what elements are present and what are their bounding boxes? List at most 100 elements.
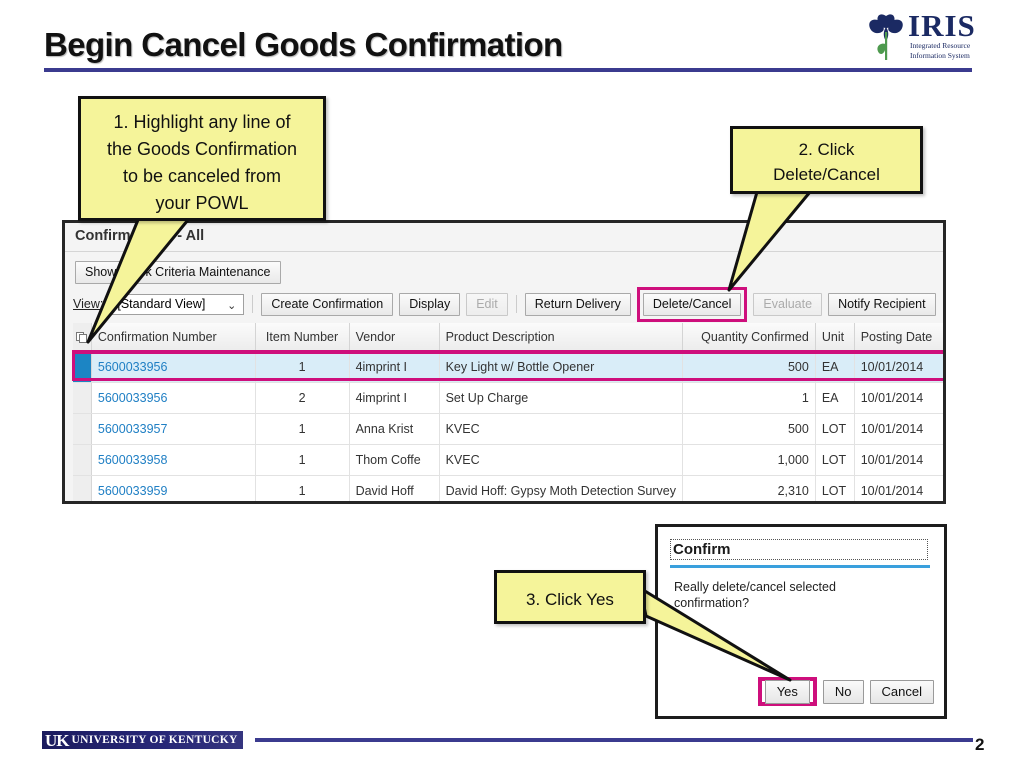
sap-panel-inner: Confirmations - All Show Quick Criteria …	[65, 223, 943, 501]
show-quick-criteria-maintenance-button[interactable]: Show Quick Criteria Maintenance	[75, 261, 281, 284]
uk-mark: UK	[45, 730, 69, 750]
cell-confirmation-number[interactable]: 5600033958	[91, 444, 256, 476]
sap-toolbar: View: [Standard View] ⌄ Create Confirmat…	[73, 286, 943, 322]
row-select-indicator[interactable]	[73, 351, 92, 383]
quick-criteria-row: Show Quick Criteria Maintenance	[75, 261, 281, 284]
cell-confirmation-number[interactable]: 5600033956	[91, 382, 256, 414]
dialog-title: Confirm	[670, 539, 928, 560]
cell-confirmation-number[interactable]: 5600033957	[91, 413, 256, 445]
chevron-down-icon: ⌄	[227, 299, 237, 312]
iris-subtitle-line2: Information System	[910, 50, 970, 60]
dialog-button-row: Yes No Cancel	[757, 677, 934, 706]
cell-unit: EA	[815, 382, 855, 414]
callout-step-3: 3. Click Yes	[494, 570, 646, 624]
table-row[interactable]: 5600033956 2 4imprint I Set Up Charge 1 …	[73, 382, 943, 414]
cell-unit: LOT	[815, 444, 855, 476]
callout-2-line2: Delete/Cancel	[773, 165, 880, 184]
cancel-button[interactable]: Cancel	[869, 679, 934, 704]
cell-item-number: 1	[255, 413, 350, 445]
view-select-value: [Standard View]	[117, 297, 206, 311]
row-select-indicator[interactable]	[73, 382, 92, 414]
delete-cancel-highlight: Delete/Cancel	[636, 286, 748, 322]
callout-step-1: 1. Highlight any line of the Goods Confi…	[78, 96, 326, 221]
cell-quantity-confirmed: 500	[682, 351, 816, 383]
dialog-title-divider	[670, 565, 930, 568]
column-header-unit[interactable]: Unit	[815, 323, 855, 352]
selected-row-top-highlight	[72, 350, 943, 353]
table-row[interactable]: 5600033958 1 Thom Coffe KVEC 1,000 LOT 1…	[73, 444, 943, 476]
row-select-indicator[interactable]	[73, 413, 92, 445]
cell-item-number: 1	[255, 475, 350, 501]
table-select-all-header[interactable]	[73, 323, 92, 352]
cell-confirmation-number[interactable]: 5600033956	[91, 351, 256, 383]
row-select-indicator[interactable]	[73, 475, 92, 501]
title-divider	[44, 68, 972, 72]
dialog-message-line2: confirmation?	[674, 596, 750, 610]
cell-quantity-confirmed: 1,000	[682, 444, 816, 476]
callout-1-line1: 1. Highlight any line of	[113, 112, 291, 132]
cell-product-description: David Hoff: Gypsy Moth Detection Survey	[439, 475, 683, 501]
cell-vendor: 4imprint I	[349, 351, 440, 383]
table-row[interactable]: 5600033957 1 Anna Krist KVEC 500 LOT 10/…	[73, 413, 943, 445]
cell-item-number: 1	[255, 351, 350, 383]
footer-divider	[255, 738, 973, 742]
uk-name: UNIVERSITY OF KENTUCKY	[71, 734, 238, 746]
cell-product-description: KVEC	[439, 413, 683, 445]
cell-unit: LOT	[815, 475, 855, 501]
callout-step-2: 2. Click Delete/Cancel	[730, 126, 923, 194]
sap-powl-screenshot: Confirmations - All Show Quick Criteria …	[62, 220, 946, 504]
cell-posting-date: 10/01/2014	[854, 351, 943, 383]
delete-cancel-button[interactable]: Delete/Cancel	[642, 292, 742, 316]
iris-wordmark: IRIS	[908, 8, 976, 43]
return-delivery-button[interactable]: Return Delivery	[524, 292, 631, 316]
create-confirmation-button[interactable]: Create Confirmation	[261, 292, 394, 316]
dialog-message-line1: Really delete/cancel selected	[674, 580, 836, 594]
cell-product-description: Set Up Charge	[439, 382, 683, 414]
column-header-vendor[interactable]: Vendor	[349, 323, 440, 352]
cell-vendor: 4imprint I	[349, 382, 440, 414]
cell-unit: LOT	[815, 413, 855, 445]
yes-button[interactable]: Yes	[764, 680, 810, 704]
callout-1-line2: the Goods Confirmation	[106, 139, 298, 159]
cell-vendor: Anna Krist	[349, 413, 440, 445]
cell-vendor: David Hoff	[349, 475, 440, 501]
column-header-item-number[interactable]: Item Number	[255, 323, 350, 352]
view-select[interactable]: [Standard View] ⌄	[112, 293, 245, 315]
cell-vendor: Thom Coffe	[349, 444, 440, 476]
toolbar-separator	[252, 295, 254, 313]
cell-product-description: Key Light w/ Bottle Opener	[439, 351, 683, 383]
display-button[interactable]: Display	[399, 292, 461, 316]
table-row[interactable]: 5600033959 1 David Hoff David Hoff: Gyps…	[73, 475, 943, 501]
cell-posting-date: 10/01/2014	[854, 413, 943, 445]
sap-panel-title: Confirmations - All	[75, 228, 205, 244]
edit-button: Edit	[466, 292, 508, 316]
yes-button-highlight: Yes	[757, 677, 817, 706]
evaluate-button: Evaluate	[753, 292, 823, 316]
column-header-confirmation-number[interactable]: Confirmation Number	[91, 323, 256, 352]
callout-2-line1: 2. Click	[798, 140, 855, 159]
column-header-posting-date[interactable]: Posting Date	[854, 323, 943, 352]
no-button[interactable]: No	[822, 679, 864, 704]
table-row[interactable]: 5600033956 1 4imprint I Key Light w/ Bot…	[73, 351, 943, 383]
column-header-product-description[interactable]: Product Description	[439, 323, 683, 352]
cell-item-number: 2	[255, 382, 350, 414]
sap-title-divider	[65, 251, 943, 252]
iris-subtitle: Integrated Resource Information System	[910, 41, 970, 60]
iris-logo: IRIS Integrated Resource Information Sys…	[866, 8, 976, 64]
uk-logo: UK UNIVERSITY OF KENTUCKY	[42, 731, 243, 749]
cell-posting-date: 10/01/2014	[854, 382, 943, 414]
cell-quantity-confirmed: 2,310	[682, 475, 816, 501]
cell-product-description: KVEC	[439, 444, 683, 476]
table-header-row: Confirmation Number Item Number Vendor P…	[73, 323, 943, 352]
cell-confirmation-number[interactable]: 5600033959	[91, 475, 256, 501]
row-select-indicator[interactable]	[73, 444, 92, 476]
toolbar-separator	[515, 295, 517, 313]
cell-item-number: 1	[255, 444, 350, 476]
page-number: 2	[975, 735, 985, 754]
cell-quantity-confirmed: 1	[682, 382, 816, 414]
view-label: View:	[73, 297, 104, 311]
column-header-quantity-confirmed[interactable]: Quantity Confirmed	[682, 323, 816, 352]
notify-recipient-button[interactable]: Notify Recipient	[828, 292, 936, 316]
iris-flower-icon	[869, 14, 903, 60]
cell-posting-date: 10/01/2014	[854, 444, 943, 476]
